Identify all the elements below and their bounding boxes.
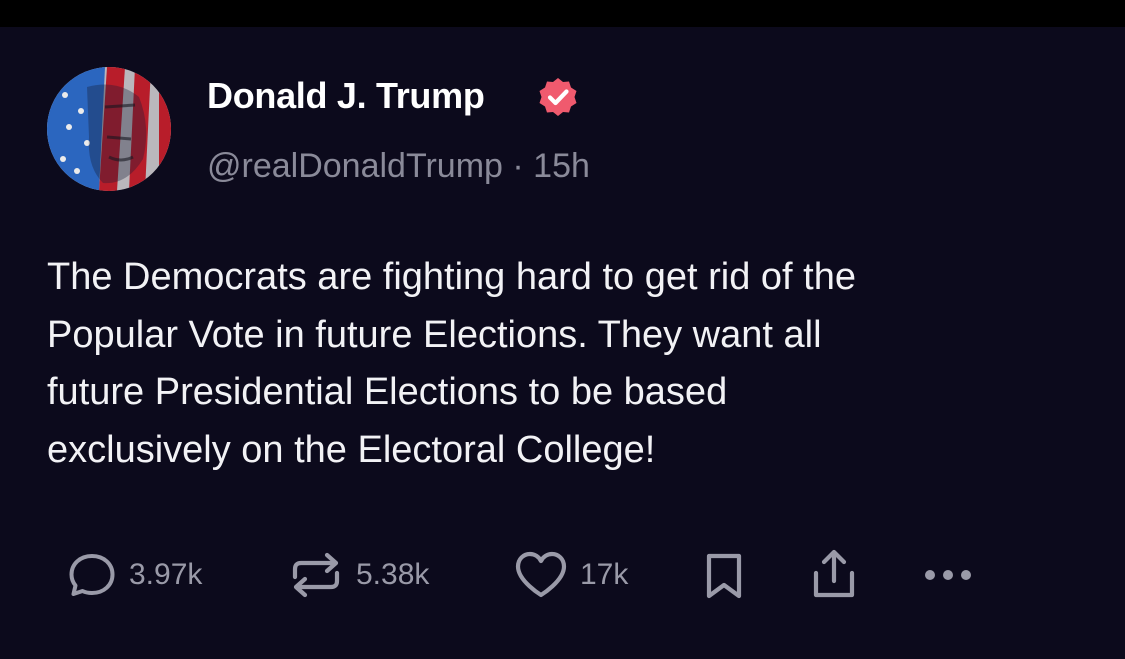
avatar[interactable] — [47, 67, 171, 191]
meta-separator: · — [512, 147, 524, 185]
like-count: 17k — [580, 558, 629, 591]
repost-arrows-icon — [292, 552, 340, 598]
verified-badge-icon — [537, 76, 579, 118]
post-action-bar: 3.97k 5.38k 17k — [0, 545, 1125, 605]
bookmark-icon — [706, 553, 742, 599]
reply-count: 3.97k — [129, 558, 203, 591]
author-display-name[interactable]: Donald J. Trump — [207, 75, 485, 117]
reply-button[interactable]: 3.97k — [64, 545, 202, 605]
bookmark-button[interactable] — [700, 545, 748, 605]
more-dots-icon — [925, 570, 971, 580]
more-options-button[interactable] — [918, 545, 978, 605]
share-button[interactable] — [808, 545, 860, 605]
repost-button[interactable]: 5.38k — [285, 545, 429, 605]
like-button[interactable]: 17k — [511, 545, 628, 605]
heart-icon — [515, 551, 567, 598]
share-upload-icon — [813, 549, 855, 598]
author-handle[interactable]: @realDonaldTrump — [207, 147, 503, 185]
post-card: Donald J. Trump @realDonaldTrump · 15h T… — [0, 27, 1125, 659]
post-timestamp[interactable]: 15h — [533, 147, 590, 185]
author-meta: @realDonaldTrump · 15h — [207, 147, 590, 186]
speech-bubble-icon — [69, 554, 115, 596]
repost-count: 5.38k — [356, 558, 430, 591]
avatar-image — [47, 67, 171, 191]
post-body-text: The Democrats are fighting hard to get r… — [47, 256, 856, 471]
status-bar — [0, 0, 1125, 27]
